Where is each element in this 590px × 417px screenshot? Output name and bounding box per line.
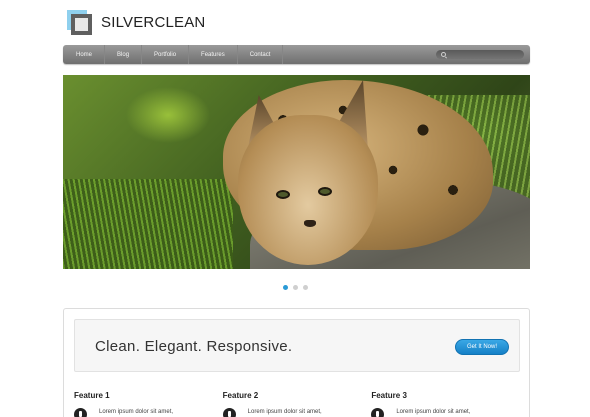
nav-item-contact[interactable]: Contact <box>238 45 284 64</box>
feature-item: Lorem ipsum dolor sit amet, <box>74 408 223 417</box>
nav-item-portfolio[interactable]: Portfolio <box>142 45 190 64</box>
slider-dot-2[interactable] <box>292 285 298 290</box>
slider-dot-1[interactable] <box>282 285 288 290</box>
nav-item-home[interactable]: Home <box>63 45 106 64</box>
slider-dot-3[interactable] <box>302 285 308 290</box>
feature-column: Feature 3 Lorem ipsum dolor sit amet, <box>371 391 520 417</box>
main-navigation: Home Blog Portfolio Features Contact <box>63 45 530 64</box>
feature-column: Feature 1 Lorem ipsum dolor sit amet, <box>74 391 223 417</box>
slider-pagination <box>0 285 590 290</box>
feature-title: Feature 1 <box>74 391 110 400</box>
feature-text: Lorem ipsum dolor sit amet, <box>247 409 322 415</box>
feature-title: Feature 3 <box>371 391 407 400</box>
info-icon <box>222 408 236 417</box>
nav-item-blog[interactable]: Blog <box>105 45 143 64</box>
feature-item: Lorem ipsum dolor sit amet, <box>371 408 520 417</box>
content-panel: Clean. Elegant. Responsive. Get It Now! … <box>63 308 530 417</box>
search-input[interactable] <box>436 50 524 59</box>
feature-item: Lorem ipsum dolor sit amet, <box>222 408 372 417</box>
hero-serval-head <box>238 115 378 265</box>
promo-banner: Clean. Elegant. Responsive. Get It Now! <box>74 319 520 372</box>
features-row: Feature 1 Lorem ipsum dolor sit amet, Fe… <box>74 391 520 417</box>
hero-serval-nose <box>304 220 316 227</box>
hero-serval-eye <box>276 190 290 199</box>
banner-title: Clean. Elegant. Responsive. <box>95 338 293 355</box>
hero-slider-image[interactable] <box>63 75 530 269</box>
feature-title: Feature 2 <box>222 391 259 400</box>
site-logo[interactable]: SILVERCLEAN <box>67 8 205 36</box>
site-title: SILVERCLEAN <box>101 13 206 31</box>
hero-serval-eye <box>318 187 332 196</box>
logo-mark-icon <box>67 9 92 35</box>
hero-grass <box>63 179 233 269</box>
feature-column: Feature 2 Lorem ipsum dolor sit amet, <box>222 391 372 417</box>
feature-text: Lorem ipsum dolor sit amet, <box>396 409 471 415</box>
info-icon <box>371 408 385 417</box>
feature-text: Lorem ipsum dolor sit amet, <box>99 409 174 415</box>
nav-item-features[interactable]: Features <box>189 45 238 64</box>
search-icon <box>441 52 446 57</box>
get-it-now-button[interactable]: Get It Now! <box>455 339 509 355</box>
info-icon <box>74 408 87 417</box>
